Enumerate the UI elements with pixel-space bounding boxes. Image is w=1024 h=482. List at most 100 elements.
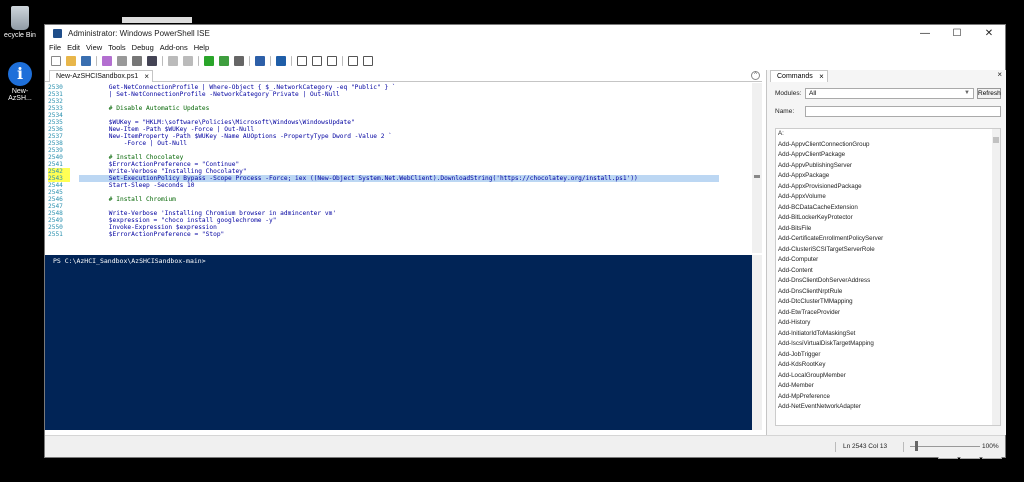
toolbar-divider	[291, 56, 292, 66]
new-file-icon[interactable]	[51, 56, 61, 66]
code-line[interactable]: New-ItemProperty -Path $WUKey -Name AUOp…	[79, 133, 719, 140]
stop-icon[interactable]	[234, 56, 244, 66]
command-list-item[interactable]: Add-IscsiVirtualDiskTargetMapping	[776, 339, 1000, 350]
command-list-item[interactable]: Add-DnsClientDohServerAddress	[776, 276, 1000, 287]
command-list-item[interactable]: Add-BCDataCacheExtension	[776, 203, 1000, 214]
code-line[interactable]: -Force | Out-Null	[79, 140, 719, 147]
title-bar[interactable]: Administrator: Windows PowerShell ISE — …	[45, 25, 1005, 42]
editor-scrollbar[interactable]	[752, 83, 762, 253]
refresh-button[interactable]: Refresh	[977, 88, 1001, 99]
commands-list-scrollbar[interactable]	[992, 129, 1000, 425]
command-list-item[interactable]: Add-NetEventNetworkAdapter	[776, 402, 1000, 413]
console-prompt: PS C:\AzHCI_Sandbox\AzSHCISandbox-main>	[53, 257, 206, 265]
command-list-item[interactable]: Add-AppvClientConnectionGroup	[776, 140, 1000, 151]
code-line[interactable]: Get-NetConnectionProfile | Where-Object …	[79, 84, 719, 91]
close-button[interactable]: ✕	[973, 25, 1005, 42]
minimize-button[interactable]: —	[909, 25, 941, 42]
command-list-item[interactable]: Add-LocalGroupMember	[776, 371, 1000, 382]
console-pane[interactable]: PS C:\AzHCI_Sandbox\AzSHCISandbox-main>	[45, 255, 762, 430]
code-line[interactable]: $ErrorActionPreference = "Stop"	[79, 231, 719, 238]
save-icon[interactable]	[81, 56, 91, 66]
remote-session-icon[interactable]	[255, 56, 265, 66]
layout-script-max-icon[interactable]	[327, 56, 337, 66]
open-folder-icon[interactable]	[66, 56, 76, 66]
menu-help[interactable]: Help	[194, 43, 209, 54]
code-line[interactable]: Invoke-Expression $expression	[79, 224, 719, 231]
code-line[interactable]: # Disable Automatic Updates	[79, 105, 719, 112]
code-line[interactable]: $WUKey = "HKLM:\software\Policies\Micros…	[79, 119, 719, 126]
tab-commands[interactable]: Commands ×	[770, 70, 828, 82]
run-selection-icon[interactable]	[219, 56, 229, 66]
tab-new-azshcisandbox[interactable]: New-AzSHCISandbox.ps1 ×	[49, 70, 154, 82]
command-list-item[interactable]: Add-BitsFile	[776, 224, 1000, 235]
command-list-item[interactable]: Add-AppxPackage	[776, 171, 1000, 182]
undo-icon[interactable]	[168, 56, 178, 66]
menu-debug[interactable]: Debug	[132, 43, 154, 54]
menu-edit[interactable]: Edit	[67, 43, 80, 54]
code-line[interactable]: Start-Sleep -Seconds 10	[79, 182, 719, 189]
menu-file[interactable]: File	[49, 43, 61, 54]
powershell-icon[interactable]	[276, 56, 286, 66]
cut-icon[interactable]	[102, 56, 112, 66]
desktop-icon-shortcut[interactable]: i New-AzSH...	[0, 62, 40, 102]
collapse-script-pane-icon[interactable]: ^	[751, 71, 760, 80]
command-list-item[interactable]: Add-ClusteriSCSITargetServerRole	[776, 245, 1000, 256]
paste-icon[interactable]	[132, 56, 142, 66]
close-commands-tab-icon[interactable]: ×	[819, 71, 824, 82]
code-line[interactable]: Write-Verbose 'Installing Chromium brows…	[79, 210, 719, 217]
console-scrollbar[interactable]	[752, 255, 762, 430]
redo-icon[interactable]	[183, 56, 193, 66]
show-addon-icon[interactable]	[363, 56, 373, 66]
line-number: 2545	[48, 189, 63, 196]
code-line[interactable]: $ErrorActionPreference = "Continue"	[79, 161, 719, 168]
command-list-item[interactable]: Add-EtwTraceProvider	[776, 308, 1000, 319]
command-list-item[interactable]: Add-Content	[776, 266, 1000, 277]
layout-script-right-icon[interactable]	[312, 56, 322, 66]
command-list-item[interactable]: Add-AppxProvisionedPackage	[776, 182, 1000, 193]
command-list-item[interactable]: Add-BitLockerKeyProtector	[776, 213, 1000, 224]
modules-dropdown[interactable]: All ▼	[805, 88, 974, 99]
command-list-item[interactable]: A:	[776, 129, 1000, 140]
copy-icon[interactable]	[117, 56, 127, 66]
code-line[interactable]: | Set-NetConnectionProfile -NetworkCateg…	[79, 91, 719, 98]
layout-script-top-icon[interactable]	[297, 56, 307, 66]
command-list-item[interactable]: Add-AppvClientPackage	[776, 150, 1000, 161]
zoom-slider-thumb[interactable]	[915, 441, 918, 451]
zoom-slider-track[interactable]	[910, 446, 980, 447]
code-line[interactable]: # Install Chromium	[79, 196, 719, 203]
code-line[interactable]: Write-Verbose "Installing Chocolatey"	[79, 168, 719, 175]
command-list-item[interactable]: Add-InitiatorIdToMaskingSet	[776, 329, 1000, 340]
command-list-item[interactable]: Add-JobTrigger	[776, 350, 1000, 361]
command-list-item[interactable]: Add-AppvPublishingServer	[776, 161, 1000, 172]
name-filter-input[interactable]	[805, 106, 1001, 117]
commands-list-scroll-thumb[interactable]	[993, 137, 999, 143]
menu-view[interactable]: View	[86, 43, 102, 54]
line-number: 2549	[48, 217, 63, 224]
show-commands-icon[interactable]	[348, 56, 358, 66]
command-list-item[interactable]: Add-DnsClientNrptRule	[776, 287, 1000, 298]
command-list-item[interactable]: Add-AppxVolume	[776, 192, 1000, 203]
command-list-item[interactable]: Add-History	[776, 318, 1000, 329]
commands-list[interactable]: A: Add-AppvClientConnectionGroup Add-AppvC…	[775, 128, 1001, 426]
command-list-item[interactable]: Add-Member	[776, 381, 1000, 392]
toolbar-divider	[198, 56, 199, 66]
command-list-item[interactable]: Add-KdsRootKey	[776, 360, 1000, 371]
editor-scroll-thumb[interactable]	[754, 175, 760, 178]
code-line[interactable]: $expression = "choco install googlechrom…	[79, 217, 719, 224]
script-editor[interactable]: 2530 2531 2532 2533 2534 2535 2536 2537 2538 2539…	[45, 83, 762, 253]
desktop-icon-recycle-bin[interactable]: ecycle Bin	[0, 6, 40, 39]
menu-addons[interactable]: Add-ons	[160, 43, 188, 54]
clear-console-icon[interactable]	[147, 56, 157, 66]
code-line[interactable]: Set-ExecutionPolicy Bypass -Scope Proces…	[79, 175, 719, 182]
command-list-item[interactable]: Add-Computer	[776, 255, 1000, 266]
close-pane-icon[interactable]: ×	[997, 70, 1002, 79]
command-list-item[interactable]: Add-MpPreference	[776, 392, 1000, 403]
maximize-button[interactable]: ☐	[941, 25, 973, 42]
code-line[interactable]: New-Item -Path $WUKey -Force | Out-Null	[79, 126, 719, 133]
run-script-icon[interactable]	[204, 56, 214, 66]
menu-tools[interactable]: Tools	[108, 43, 126, 54]
command-list-item[interactable]: Add-DtcClusterTMMapping	[776, 297, 1000, 308]
code-line[interactable]: # Install Chocolatey	[79, 154, 719, 161]
command-list-item[interactable]: Add-CertificateEnrollmentPolicyServer	[776, 234, 1000, 245]
close-tab-icon[interactable]: ×	[144, 71, 149, 82]
